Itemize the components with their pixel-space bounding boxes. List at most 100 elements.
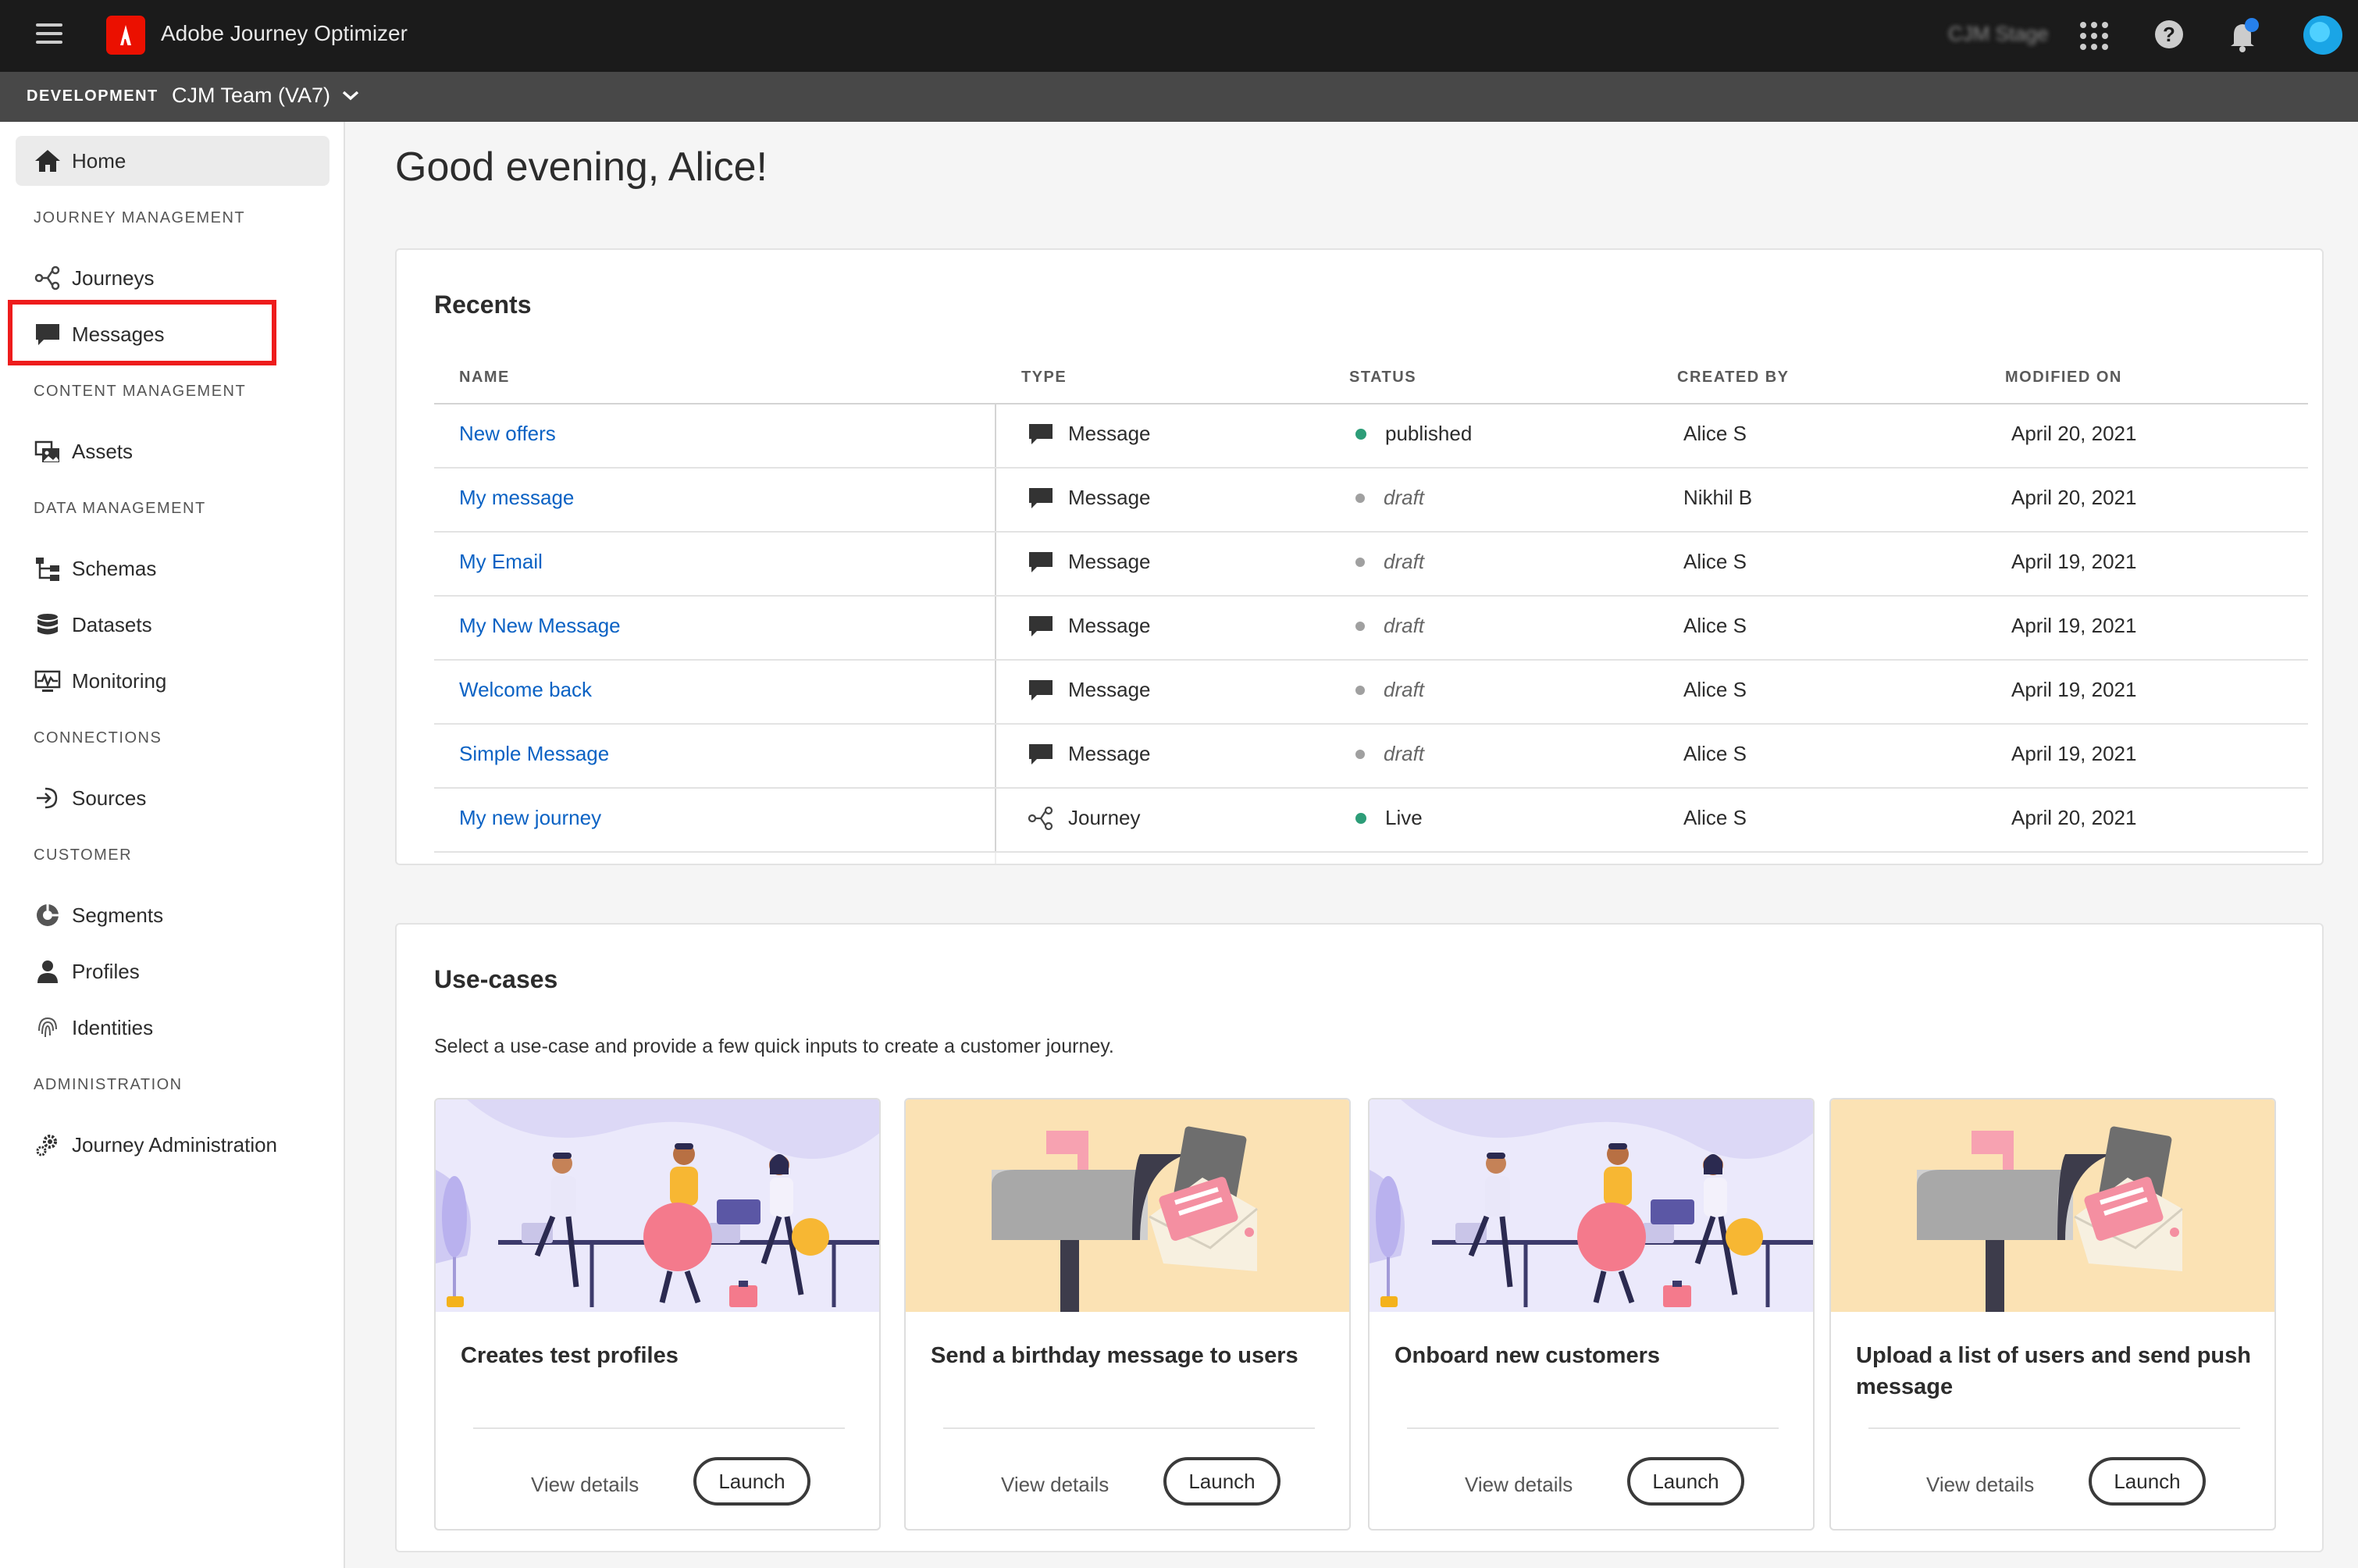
team-selector[interactable]: CJM Team (VA7) <box>172 84 330 108</box>
row-name-link[interactable]: My message <box>459 486 574 510</box>
row-status: published <box>1355 422 1472 446</box>
status-dot <box>1355 557 1365 567</box>
sidebar-item-schemas[interactable]: Schemas <box>16 543 329 593</box>
status-dot <box>1355 812 1366 824</box>
message-icon <box>1028 422 1054 446</box>
user-avatar[interactable] <box>2303 16 2342 55</box>
page-greeting: Good evening, Alice! <box>395 144 768 190</box>
sidebar-item-assets[interactable]: Assets <box>16 426 329 476</box>
row-status: draft <box>1355 614 1424 638</box>
launch-button[interactable]: Launch <box>693 1457 810 1506</box>
status-dot <box>1355 428 1366 440</box>
column-header-name[interactable]: NAME <box>459 369 510 387</box>
usecase-title: Send a birthday message to users <box>931 1343 1298 1368</box>
table-row[interactable]: My Email Message draft Alice S April 19,… <box>434 533 2308 597</box>
usecase-card[interactable]: Send a birthday message to users View det… <box>904 1098 1351 1531</box>
usecases-card: Use-cases Select a use-case and provide … <box>395 923 2324 1552</box>
table-row[interactable]: New offers Message published Alice S Apr… <box>434 404 2308 469</box>
sidebar-item-label: Profiles <box>72 959 140 983</box>
row-type: Message <box>1028 614 1151 638</box>
section-content-management: CONTENT MANAGEMENT <box>34 383 247 400</box>
usecases-title: Use-cases <box>434 965 558 993</box>
table-row[interactable]: My new journey Journey Live Alice S Apri… <box>434 789 2308 853</box>
row-name-link[interactable]: Welcome back <box>459 678 592 702</box>
message-icon <box>1028 551 1054 574</box>
sidebar-item-label: Journeys <box>72 265 155 290</box>
sidebar-item-datasets[interactable]: Datasets <box>16 600 329 650</box>
recents-title: Recents <box>434 290 532 319</box>
row-name-link[interactable]: My Email <box>459 550 543 574</box>
row-status: draft <box>1355 486 1424 510</box>
mailbox-illustration <box>906 1099 1349 1312</box>
sidebar-item-monitoring[interactable]: Monitoring <box>16 656 329 706</box>
row-modified-on: April 20, 2021 <box>2011 806 2137 829</box>
org-switcher[interactable]: CJM Stage <box>1948 22 2049 46</box>
left-sidebar: Home JOURNEY MANAGEMENT Journeys Message… <box>0 122 345 1568</box>
environment-label: DEVELOPMENT <box>27 87 159 105</box>
app-switcher-icon[interactable] <box>2080 22 2108 50</box>
row-type: Message <box>1028 550 1151 574</box>
sidebar-item-identities[interactable]: Identities <box>16 1003 329 1053</box>
view-details-link[interactable]: View details <box>1001 1473 1109 1497</box>
launch-button[interactable]: Launch <box>2089 1457 2206 1506</box>
row-name-link[interactable]: Simple Message <box>459 742 609 766</box>
view-details-link[interactable]: View details <box>1465 1473 1573 1497</box>
status-dot <box>1355 749 1365 759</box>
usecase-card[interactable]: Upload a list of users and send push mes… <box>1829 1098 2276 1531</box>
row-created-by: Alice S <box>1683 550 1747 573</box>
table-row[interactable]: Welcome back Message draft Alice S April… <box>434 661 2308 725</box>
schema-icon <box>33 554 62 583</box>
table-row[interactable]: My New Message Message draft Alice S Apr… <box>434 597 2308 661</box>
sidebar-item-label: Monitoring <box>72 668 167 693</box>
view-details-link[interactable]: View details <box>1926 1473 2034 1497</box>
row-name-link[interactable]: New offers <box>459 422 556 446</box>
sidebar-item-journeys[interactable]: Journeys <box>16 253 329 303</box>
row-status: draft <box>1355 678 1424 702</box>
user-icon <box>33 957 62 986</box>
view-details-link[interactable]: View details <box>531 1473 639 1497</box>
row-created-by: Alice S <box>1683 422 1747 445</box>
row-name-link[interactable]: My New Message <box>459 614 621 638</box>
table-row[interactable]: My message Message draft Nikhil B April … <box>434 469 2308 533</box>
sidebar-item-label: Sources <box>72 786 147 810</box>
fingerprint-icon <box>33 1013 62 1042</box>
row-created-by: Alice S <box>1683 742 1747 765</box>
launch-button[interactable]: Launch <box>1163 1457 1281 1506</box>
card-divider <box>1407 1427 1779 1429</box>
column-header-status[interactable]: STATUS <box>1349 369 1416 387</box>
section-data-management: DATA MANAGEMENT <box>34 500 206 517</box>
adobe-logo-icon[interactable] <box>106 16 145 55</box>
usecase-card[interactable]: Creates test profiles View details Launch <box>434 1098 881 1531</box>
recents-table: NAME TYPE STATUS CREATED BY MODIFIED ON … <box>434 351 2308 864</box>
usecase-card[interactable]: Onboard new customers View details Launch <box>1368 1098 1815 1531</box>
row-type: Message <box>1028 678 1151 702</box>
notifications-bell-icon[interactable] <box>2228 17 2259 53</box>
sidebar-item-segments[interactable]: Segments <box>16 890 329 940</box>
sidebar-item-profiles[interactable]: Profiles <box>16 946 329 996</box>
messages-highlight-box <box>8 300 276 365</box>
table-row-partial <box>434 853 2308 864</box>
table-row[interactable]: Simple Message Message draft Alice S Apr… <box>434 725 2308 789</box>
gear-icon <box>33 1130 62 1160</box>
card-divider <box>1868 1427 2240 1429</box>
column-header-created-by[interactable]: CREATED BY <box>1677 369 1790 387</box>
sandbox-bar: DEVELOPMENT CJM Team (VA7) <box>0 72 2358 122</box>
message-icon <box>1028 486 1054 510</box>
row-type: Message <box>1028 742 1151 766</box>
column-header-modified-on[interactable]: MODIFIED ON <box>2005 369 2122 387</box>
message-icon <box>1028 743 1054 766</box>
help-icon[interactable]: ? <box>2155 20 2183 48</box>
sidebar-item-label: Identities <box>72 1015 154 1039</box>
row-type: Message <box>1028 486 1151 510</box>
sidebar-item-sources[interactable]: Sources <box>16 773 329 823</box>
column-header-type[interactable]: TYPE <box>1021 369 1067 387</box>
sidebar-item-journey-administration[interactable]: Journey Administration <box>16 1120 329 1170</box>
chevron-down-icon[interactable] <box>340 87 361 103</box>
section-administration: ADMINISTRATION <box>34 1076 183 1093</box>
sidebar-item-home[interactable]: Home <box>16 136 329 186</box>
row-name-link[interactable]: My new journey <box>459 806 601 830</box>
hamburger-menu-icon[interactable] <box>36 23 62 48</box>
mailbox-illustration <box>1831 1099 2274 1312</box>
launch-button[interactable]: Launch <box>1627 1457 1744 1506</box>
row-type: Message <box>1028 422 1151 446</box>
